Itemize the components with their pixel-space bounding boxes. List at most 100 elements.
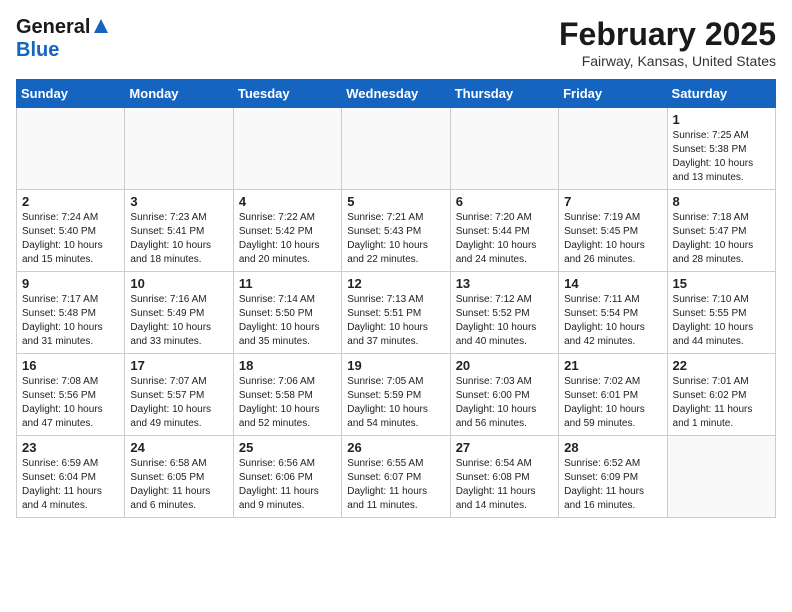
day-info: Sunrise: 7:12 AMSunset: 5:52 PMDaylight:… (456, 293, 553, 349)
day-info: Sunrise: 7:17 AMSunset: 5:48 PMDaylight:… (22, 293, 119, 349)
day-number: 7 (564, 194, 661, 209)
page-header: General Blue February 2025 Fairway, Kans… (16, 16, 776, 69)
day-number: 12 (347, 276, 444, 291)
calendar-cell: 16 Sunrise: 7:08 AMSunset: 5:56 PMDayligh… (17, 354, 125, 436)
day-of-week-header: Saturday (667, 80, 775, 108)
calendar-cell: 17 Sunrise: 7:07 AMSunset: 5:57 PMDayligh… (125, 354, 233, 436)
day-number: 14 (564, 276, 661, 291)
calendar-cell: 22 Sunrise: 7:01 AMSunset: 6:02 PMDayligh… (667, 354, 775, 436)
day-info: Sunrise: 7:11 AMSunset: 5:54 PMDaylight:… (564, 293, 661, 349)
page-title: February 2025 (559, 16, 776, 53)
day-number: 24 (130, 440, 227, 455)
page-subtitle: Fairway, Kansas, United States (559, 53, 776, 69)
calendar-cell: 12 Sunrise: 7:13 AMSunset: 5:51 PMDayligh… (342, 272, 450, 354)
day-of-week-header: Tuesday (233, 80, 341, 108)
calendar-cell (559, 108, 667, 190)
calendar-cell: 13Sunrise: 7:12 AMSunset: 5:52 PMDayligh… (450, 272, 558, 354)
calendar-cell: 24 Sunrise: 6:58 AMSunset: 6:05 PMDayligh… (125, 436, 233, 518)
day-number: 18 (239, 358, 336, 373)
day-number: 17 (130, 358, 227, 373)
calendar-cell: 19 Sunrise: 7:05 AMSunset: 5:59 PMDayligh… (342, 354, 450, 436)
calendar-cell: 20Sunrise: 7:03 AMSunset: 6:00 PMDayligh… (450, 354, 558, 436)
calendar-cell (125, 108, 233, 190)
day-number: 19 (347, 358, 444, 373)
day-number: 1 (673, 112, 770, 127)
calendar-cell: 7 Sunrise: 7:19 AMSunset: 5:45 PMDaylight… (559, 190, 667, 272)
logo: General Blue (16, 16, 110, 62)
calendar-cell: 10 Sunrise: 7:16 AMSunset: 5:49 PMDayligh… (125, 272, 233, 354)
calendar-cell: 26 Sunrise: 6:55 AMSunset: 6:07 PMDayligh… (342, 436, 450, 518)
day-of-week-header: Wednesday (342, 80, 450, 108)
day-number: 3 (130, 194, 227, 209)
day-info: Sunrise: 7:24 AMSunset: 5:40 PMDaylight:… (22, 211, 119, 267)
calendar-cell: 28 Sunrise: 6:52 AMSunset: 6:09 PMDayligh… (559, 436, 667, 518)
day-info: Sunrise: 7:13 AMSunset: 5:51 PMDaylight:… (347, 293, 444, 349)
calendar-cell: 21Sunrise: 7:02 AMSunset: 6:01 PMDayligh… (559, 354, 667, 436)
day-number: 15 (673, 276, 770, 291)
calendar-cell: 27 Sunrise: 6:54 AMSunset: 6:08 PMDayligh… (450, 436, 558, 518)
day-number: 2 (22, 194, 119, 209)
day-info: Sunrise: 6:56 AMSunset: 6:06 PMDaylight:… (239, 457, 336, 513)
day-info: Sunrise: 7:20 AMSunset: 5:44 PMDaylight:… (456, 211, 553, 267)
calendar-cell (17, 108, 125, 190)
day-info: Sunrise: 7:05 AMSunset: 5:59 PMDaylight:… (347, 375, 444, 431)
calendar-cell: 8 Sunrise: 7:18 AMSunset: 5:47 PMDaylight… (667, 190, 775, 272)
logo-general: General (16, 16, 90, 39)
day-number: 4 (239, 194, 336, 209)
calendar-cell: 18 Sunrise: 7:06 AMSunset: 5:58 PMDayligh… (233, 354, 341, 436)
day-info: Sunrise: 7:22 AMSunset: 5:42 PMDaylight:… (239, 211, 336, 267)
calendar-cell: 6Sunrise: 7:20 AMSunset: 5:44 PMDaylight… (450, 190, 558, 272)
calendar-cell (667, 436, 775, 518)
title-block: February 2025 Fairway, Kansas, United St… (559, 16, 776, 69)
day-number: 27 (456, 440, 553, 455)
calendar: SundayMondayTuesdayWednesdayThursdayFrid… (16, 79, 776, 518)
day-info: Sunrise: 7:23 AMSunset: 5:41 PMDaylight:… (130, 211, 227, 267)
day-number: 9 (22, 276, 119, 291)
calendar-cell (342, 108, 450, 190)
day-number: 10 (130, 276, 227, 291)
day-number: 21 (564, 358, 661, 373)
day-info: Sunrise: 7:08 AMSunset: 5:56 PMDaylight:… (22, 375, 119, 431)
day-info: Sunrise: 6:54 AMSunset: 6:08 PMDaylight:… (456, 457, 553, 513)
day-number: 23 (22, 440, 119, 455)
day-info: Sunrise: 6:59 AMSunset: 6:04 PMDaylight:… (22, 457, 119, 513)
day-info: Sunrise: 7:25 AMSunset: 5:38 PMDaylight:… (673, 129, 770, 185)
day-info: Sunrise: 7:16 AMSunset: 5:49 PMDaylight:… (130, 293, 227, 349)
day-number: 26 (347, 440, 444, 455)
day-number: 20 (456, 358, 553, 373)
day-of-week-header: Friday (559, 80, 667, 108)
day-of-week-header: Sunday (17, 80, 125, 108)
day-number: 5 (347, 194, 444, 209)
calendar-cell: 5 Sunrise: 7:21 AMSunset: 5:43 PMDaylight… (342, 190, 450, 272)
day-info: Sunrise: 7:01 AMSunset: 6:02 PMDaylight:… (673, 375, 770, 431)
day-info: Sunrise: 7:07 AMSunset: 5:57 PMDaylight:… (130, 375, 227, 431)
calendar-cell: 1 Sunrise: 7:25 AMSunset: 5:38 PMDaylight… (667, 108, 775, 190)
day-info: Sunrise: 6:55 AMSunset: 6:07 PMDaylight:… (347, 457, 444, 513)
calendar-cell (233, 108, 341, 190)
day-number: 16 (22, 358, 119, 373)
logo-blue: Blue (16, 39, 59, 61)
day-of-week-header: Monday (125, 80, 233, 108)
day-number: 28 (564, 440, 661, 455)
day-number: 22 (673, 358, 770, 373)
calendar-cell: 4 Sunrise: 7:22 AMSunset: 5:42 PMDaylight… (233, 190, 341, 272)
logo-icon (92, 17, 110, 35)
day-number: 8 (673, 194, 770, 209)
calendar-cell: 23 Sunrise: 6:59 AMSunset: 6:04 PMDayligh… (17, 436, 125, 518)
calendar-cell (450, 108, 558, 190)
calendar-cell: 3 Sunrise: 7:23 AMSunset: 5:41 PMDaylight… (125, 190, 233, 272)
calendar-cell: 9 Sunrise: 7:17 AMSunset: 5:48 PMDaylight… (17, 272, 125, 354)
calendar-cell: 14 Sunrise: 7:11 AMSunset: 5:54 PMDayligh… (559, 272, 667, 354)
day-info: Sunrise: 7:21 AMSunset: 5:43 PMDaylight:… (347, 211, 444, 267)
day-info: Sunrise: 7:18 AMSunset: 5:47 PMDaylight:… (673, 211, 770, 267)
day-info: Sunrise: 6:58 AMSunset: 6:05 PMDaylight:… (130, 457, 227, 513)
day-info: Sunrise: 6:52 AMSunset: 6:09 PMDaylight:… (564, 457, 661, 513)
day-info: Sunrise: 7:10 AMSunset: 5:55 PMDaylight:… (673, 293, 770, 349)
calendar-cell: 2 Sunrise: 7:24 AMSunset: 5:40 PMDaylight… (17, 190, 125, 272)
day-info: Sunrise: 7:19 AMSunset: 5:45 PMDaylight:… (564, 211, 661, 267)
calendar-cell: 15 Sunrise: 7:10 AMSunset: 5:55 PMDayligh… (667, 272, 775, 354)
day-info: Sunrise: 7:06 AMSunset: 5:58 PMDaylight:… (239, 375, 336, 431)
day-of-week-header: Thursday (450, 80, 558, 108)
day-number: 25 (239, 440, 336, 455)
day-number: 11 (239, 276, 336, 291)
